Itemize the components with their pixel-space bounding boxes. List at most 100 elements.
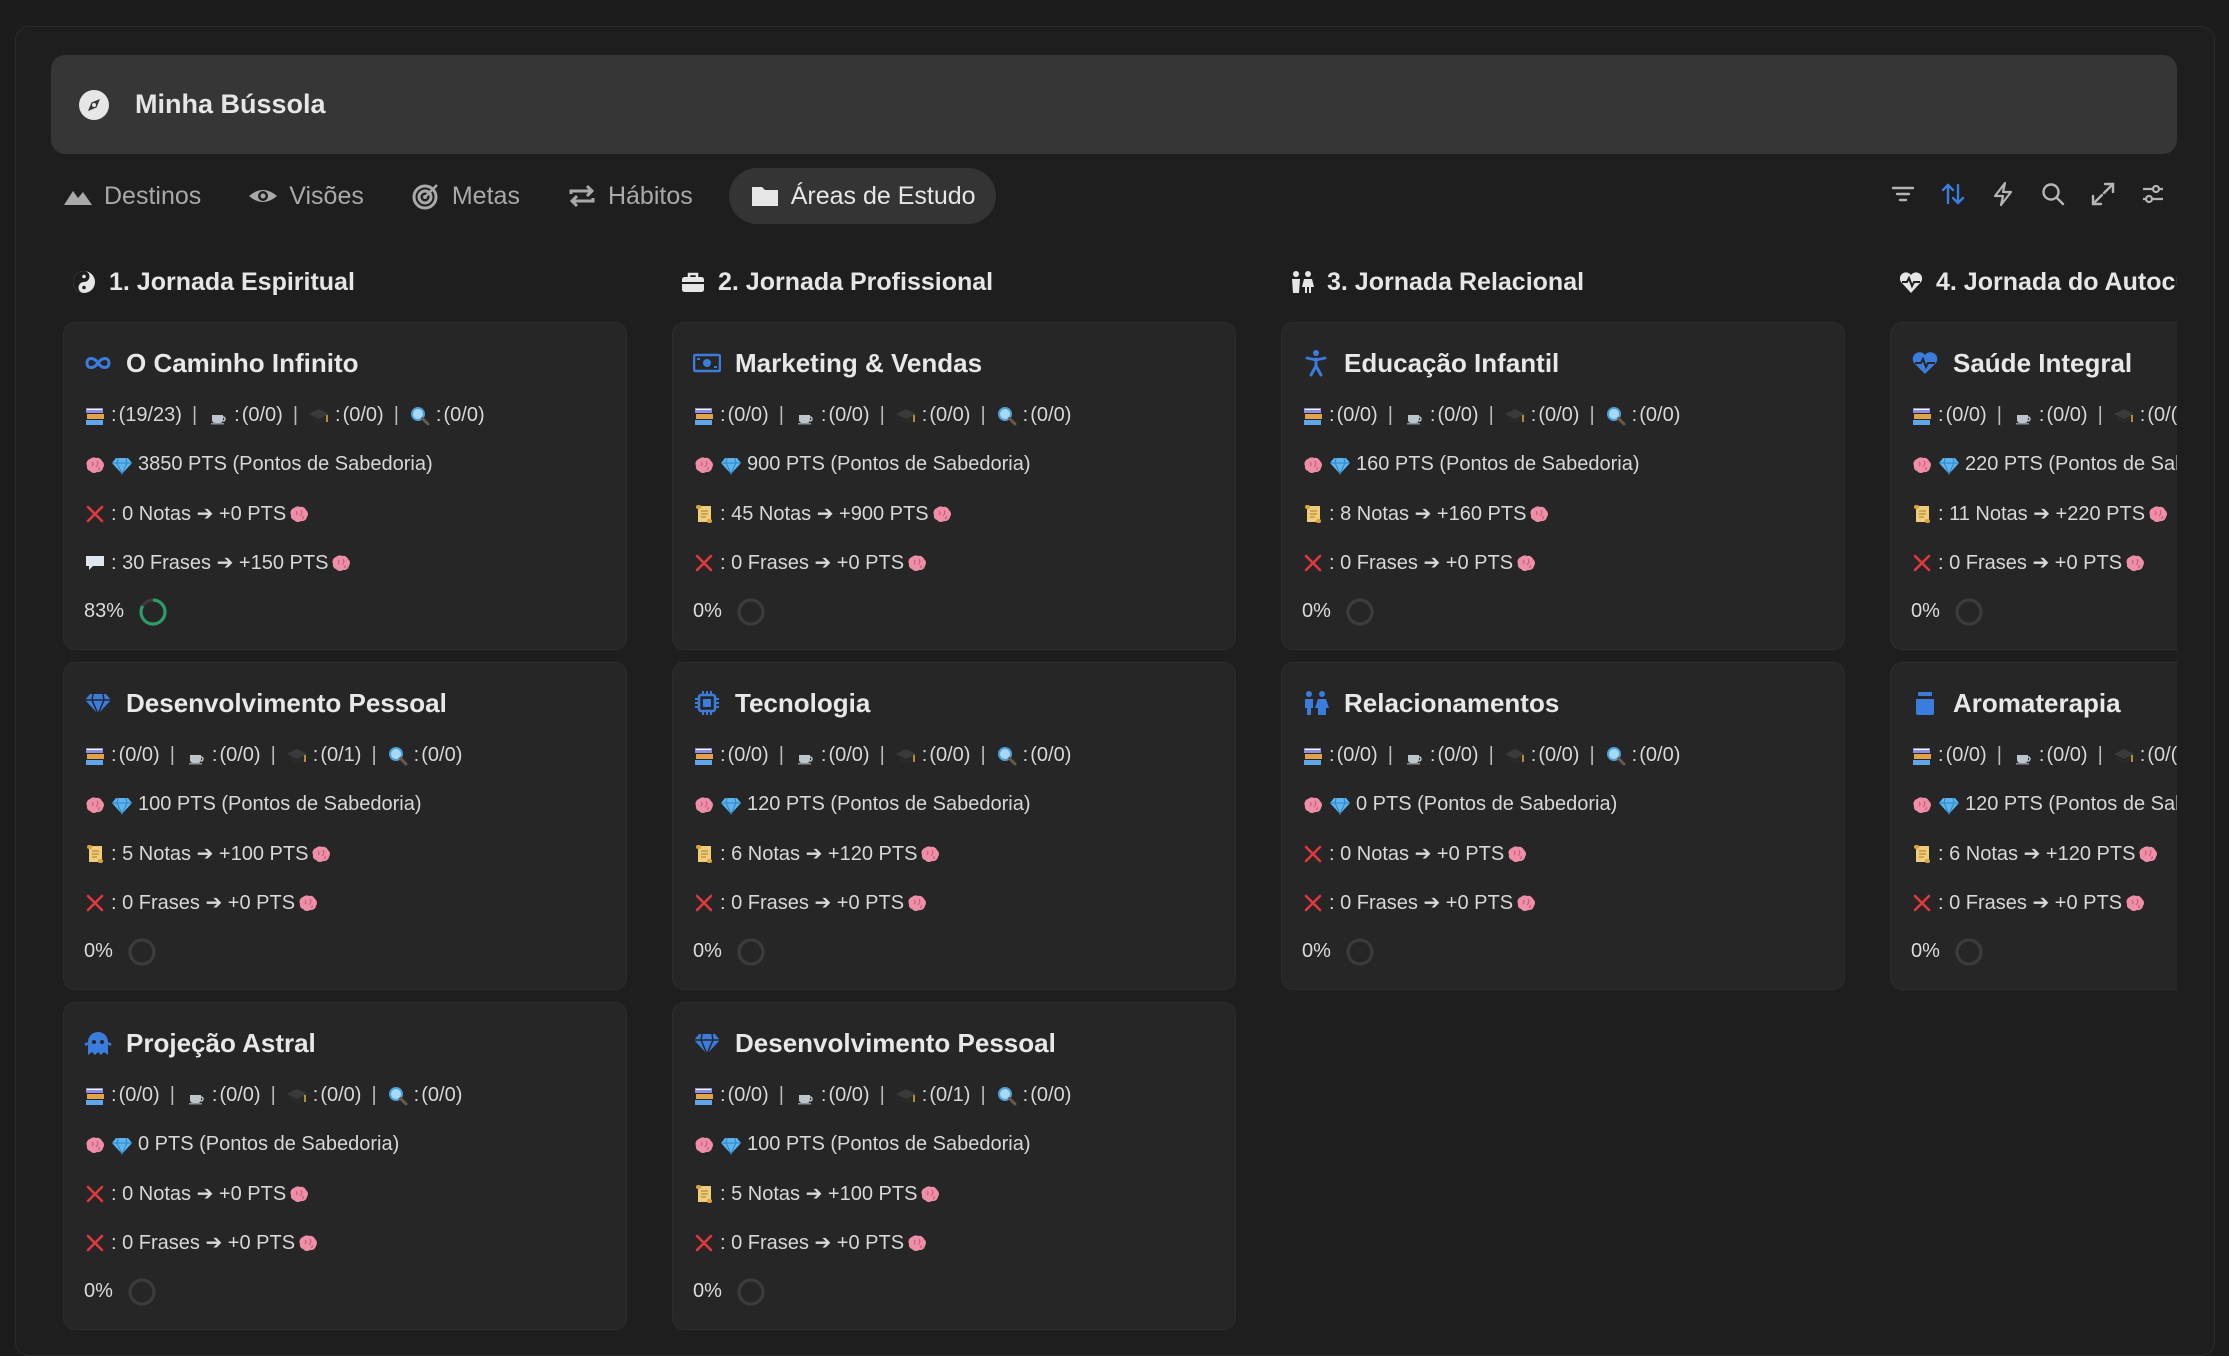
study-area-card[interactable]: Saúde Integral: (0/0) |: (0/0) |: (0/(220 …	[1890, 322, 2177, 650]
gem-emoji-icon	[112, 797, 132, 815]
card-title[interactable]: Educação Infantil	[1344, 348, 1559, 379]
brain-icon	[1517, 554, 1536, 571]
card-title[interactable]: Saúde Integral	[1953, 348, 2132, 379]
study-area-card[interactable]: Relacionamentos: (0/0) |: (0/0) |: (0/0) |:…	[1281, 662, 1845, 990]
study-area-card[interactable]: Projeção Astral: (0/0) |: (0/0) |: (0/0) |:…	[63, 1002, 627, 1330]
column-header[interactable]: 2. Jornada Profissional	[660, 252, 1240, 312]
study-area-card[interactable]: Aromaterapia : (0/0) |: (0/0) |: (0/( 120 PT…	[1890, 662, 2177, 990]
card-title[interactable]: Tecnologia	[735, 688, 870, 719]
points-text: 220 PTS (Pontos de Sab	[1965, 453, 2177, 475]
progress-percent: 0%	[84, 940, 113, 962]
tab-label: Metas	[451, 181, 520, 210]
stat-value: :	[1022, 1084, 1029, 1106]
card-stats: : (0/0) |: (0/0) |: (0/(	[1911, 731, 2177, 780]
graduation-cap-icon	[895, 1088, 916, 1102]
study-area-card[interactable]: Desenvolvimento Pessoal: (0/0) |: (0/0) |:…	[672, 1002, 1236, 1330]
folder-icon	[751, 187, 778, 206]
card-points: 160 PTS (Pontos de Sabedoria)	[1302, 440, 1824, 489]
board-column: 2. Jornada Profissional Marketing & Venda…	[660, 252, 1240, 1330]
card-progress: 0%	[84, 1267, 606, 1316]
brain-icon	[1304, 456, 1322, 473]
card-notes: : 0 Notas ➔ +0 PTS	[1302, 829, 1824, 878]
cross-mark-icon	[1304, 894, 1322, 911]
study-area-card[interactable]: Tecnologia: (0/0) |: (0/0) |: (0/0) |: (0/0…	[672, 662, 1236, 990]
card-progress: 0%	[1302, 927, 1824, 976]
card-title[interactable]: Aromaterapia	[1953, 688, 2121, 719]
brain-icon	[1913, 456, 1931, 473]
study-area-card[interactable]: Educação Infantil: (0/0) |: (0/0) |: (0/0)…	[1281, 322, 1845, 650]
stat-count: (0/0)	[929, 404, 971, 426]
stat-value: :	[1022, 404, 1029, 426]
cross-mark-icon	[695, 894, 713, 911]
tab-metas[interactable]: Metas	[406, 168, 540, 224]
graduation-cap-icon	[286, 1088, 307, 1102]
study-area-card[interactable]: O Caminho Infinito: (19/23) |: (0/0) |: (0…	[63, 322, 627, 650]
study-area-card[interactable]: Desenvolvimento Pessoal: (0/0) |: (0/0) |:…	[63, 662, 627, 990]
scroll-icon	[1914, 504, 1930, 523]
points-text: 120 PTS (Pontos de Sab	[1965, 793, 2177, 815]
progress-ring-icon	[1955, 597, 1983, 626]
card-title[interactable]: Marketing & Vendas	[735, 348, 982, 379]
tab-areas-de-estudo[interactable]: Áreas de Estudo	[728, 168, 996, 224]
stat-value: :	[1329, 404, 1335, 426]
sort-icon	[1941, 183, 1965, 205]
card-phrases: : 0 Frases ➔ +0 PTS	[1302, 538, 1824, 587]
study-area-card[interactable]: Marketing & Vendas: (0/0) |: (0/0) |: (0/0…	[672, 322, 1236, 650]
card-title[interactable]: O Caminho Infinito	[126, 348, 359, 379]
card-phrases: : 0 Frases ➔ +0 PTS	[1911, 538, 2177, 587]
expand-button[interactable]	[2089, 180, 2117, 208]
stat-separator: |	[393, 404, 399, 426]
stat-separator: |	[778, 1084, 784, 1106]
column-header[interactable]: 1. Jornada Espiritual	[51, 252, 631, 312]
card-points: 900 PTS (Pontos de Sabedoria)	[693, 440, 1215, 489]
stat-count: (0/0)	[1538, 404, 1580, 426]
search-button[interactable]	[2039, 180, 2067, 208]
sort-button[interactable]	[1939, 180, 1967, 208]
stat-value: :	[1429, 744, 1436, 766]
card-phrases: : 0 Frases ➔ +0 PTS	[84, 1218, 606, 1267]
automation-button[interactable]	[1989, 180, 2017, 208]
stat-separator: |	[1387, 404, 1393, 426]
column-header[interactable]: 3. Jornada Relacional	[1269, 252, 1849, 312]
magnifier-icon	[410, 406, 430, 425]
tea-icon	[797, 754, 813, 764]
stat-count: (0/0)	[320, 1084, 362, 1106]
people-icon	[1292, 271, 1314, 293]
stat-value: :	[2038, 744, 2045, 766]
cross-mark-icon	[695, 1234, 713, 1251]
stat-count: (0/0)	[1437, 744, 1479, 766]
brain-icon	[2139, 845, 2158, 862]
tea-icon	[797, 1094, 813, 1104]
gem-icon	[694, 1033, 720, 1056]
view-settings-button[interactable]	[2139, 180, 2167, 208]
stat-count: (0/0)	[1030, 744, 1072, 766]
card-title[interactable]: Projeção Astral	[126, 1028, 316, 1059]
stat-separator: |	[879, 404, 885, 426]
stat-count: (0/0)	[1538, 744, 1580, 766]
stat-value: :	[413, 1084, 420, 1106]
filter-button[interactable]	[1889, 180, 1917, 208]
brain-icon	[1304, 796, 1322, 813]
stat-count: (0/0)	[828, 404, 870, 426]
board-column: 1. Jornada Espiritual O Caminho Infinito:…	[51, 252, 631, 1330]
tab-visoes[interactable]: Visões	[243, 168, 384, 224]
tab-habitos[interactable]: Hábitos	[562, 168, 713, 224]
books-icon	[86, 1087, 104, 1105]
stat-separator: |	[1488, 744, 1494, 766]
stat-count: (0/0)	[1639, 744, 1681, 766]
stat-count: (0/0)	[2046, 404, 2088, 426]
card-title[interactable]: Desenvolvimento Pessoal	[126, 688, 447, 719]
brain-icon	[299, 894, 318, 911]
card-progress: 0%	[1302, 587, 1824, 636]
tab-destinos[interactable]: Destinos	[58, 168, 221, 224]
card-title[interactable]: Relacionamentos	[1344, 688, 1559, 719]
card-phrases: : 0 Frases ➔ +0 PTS	[1302, 878, 1824, 927]
card-title[interactable]: Desenvolvimento Pessoal	[735, 1028, 1056, 1059]
stat-value: :	[335, 404, 341, 426]
stat-separator: |	[169, 744, 175, 766]
page-title: Minha Bússola	[135, 89, 326, 119]
magnifier-icon	[1606, 746, 1626, 765]
card-header: Tecnologia	[693, 681, 1215, 725]
column-header[interactable]: 4. Jornada do Autocui	[1878, 252, 2177, 312]
card-notes: : 45 Notas ➔ +900 PTS	[693, 489, 1215, 538]
